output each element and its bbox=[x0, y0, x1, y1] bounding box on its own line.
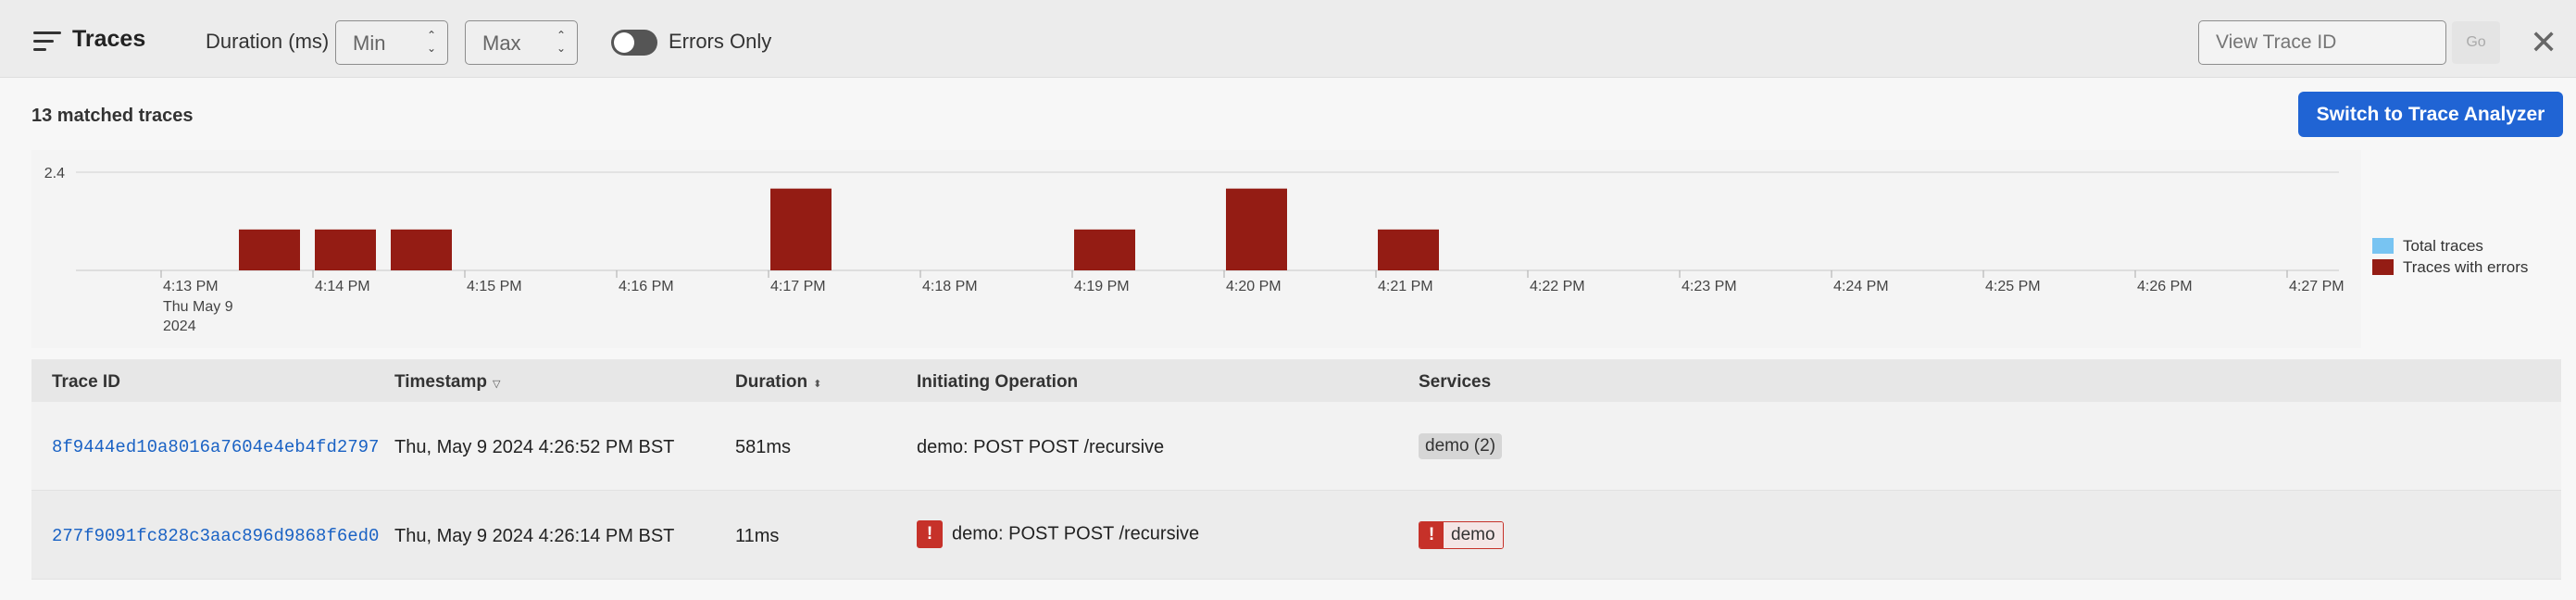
x-tick-label: 4:21 PM bbox=[1378, 279, 1433, 294]
operation-cell: demo: POST POST /recursive bbox=[917, 437, 1165, 457]
legend-item-total: Total traces bbox=[2372, 235, 2528, 256]
service-badge-error[interactable]: ! demo bbox=[1419, 521, 1504, 549]
operation-text: demo: POST POST /recursive bbox=[952, 523, 1200, 544]
go-button[interactable]: Go bbox=[2452, 21, 2500, 64]
x-tick-label: 4:22 PM bbox=[1530, 279, 1585, 294]
x-tick-label: 4:16 PM bbox=[619, 279, 674, 294]
duration-min-input[interactable]: Min ⌃ ⌄ bbox=[335, 20, 448, 65]
timestamp-cell: Thu, May 9 2024 4:26:52 PM BST bbox=[394, 437, 675, 457]
stepper-icon[interactable]: ⌃ ⌄ bbox=[427, 29, 436, 55]
page-title: Traces bbox=[72, 26, 146, 52]
x-tick-label: 4:25 PM bbox=[1985, 279, 2041, 294]
table-row[interactable]: 8f9444ed10a8016a7604e4eb4fd2797 Thu, May… bbox=[31, 402, 2561, 491]
bar-errors bbox=[770, 188, 832, 270]
sort-desc-icon[interactable]: ▽ bbox=[493, 379, 500, 390]
legend-swatch-total bbox=[2372, 238, 2394, 254]
error-icon: ! bbox=[1419, 522, 1444, 548]
service-badge[interactable]: demo (2) bbox=[1419, 433, 1503, 459]
close-icon[interactable]: ✕ bbox=[2530, 26, 2557, 59]
x-tick-label: 4:20 PM bbox=[1226, 279, 1282, 294]
bar-errors bbox=[239, 229, 300, 270]
duration-cell: 581ms bbox=[735, 437, 792, 457]
services-cell: ! demo bbox=[1419, 521, 1504, 549]
bar-errors bbox=[1226, 188, 1287, 270]
col-initiating-operation[interactable]: Initiating Operation bbox=[917, 372, 1078, 393]
error-icon: ! bbox=[917, 520, 943, 548]
col-trace-id[interactable]: Trace ID bbox=[52, 372, 120, 393]
col-duration[interactable]: Duration ⬍ bbox=[735, 372, 821, 393]
chart-legend: Total traces Traces with errors bbox=[2372, 235, 2528, 278]
min-value: Min bbox=[353, 31, 386, 55]
table-header: Trace ID Timestamp ▽ Duration ⬍ Initiating… bbox=[31, 359, 2561, 402]
duration-max-input[interactable]: Max ⌃ ⌄ bbox=[465, 20, 578, 65]
traces-table: Trace ID Timestamp ▽ Duration ⬍ Initiating… bbox=[31, 359, 2561, 580]
errors-only-toggle[interactable] bbox=[611, 30, 657, 56]
trace-id-link[interactable]: 8f9444ed10a8016a7604e4eb4fd2797 bbox=[52, 437, 381, 457]
services-cell: demo (2) bbox=[1419, 433, 1503, 459]
col-services[interactable]: Services bbox=[1419, 372, 1491, 393]
trace-id-input[interactable] bbox=[2198, 20, 2446, 65]
x-tick-label: 4:24 PM bbox=[1833, 279, 1889, 294]
col-timestamp[interactable]: Timestamp ▽ bbox=[394, 372, 500, 393]
trace-id-link[interactable]: 277f9091fc828c3aac896d9868f6ed0 bbox=[52, 526, 381, 546]
bar-errors bbox=[315, 229, 376, 270]
sort-icon[interactable]: ⬍ bbox=[813, 379, 821, 390]
legend-label-total: Total traces bbox=[2403, 236, 2483, 255]
legend-item-errors: Traces with errors bbox=[2372, 256, 2528, 278]
table-row[interactable]: 277f9091fc828c3aac896d9868f6ed0 Thu, May… bbox=[31, 491, 2561, 580]
x-tick-label: 4:14 PM bbox=[315, 279, 370, 294]
traces-histogram: 2.4 4:13 PM Thu May 9 2024 4:14 PM 4:15 PM 4:1… bbox=[44, 166, 2345, 334]
duration-label: Duration (ms) bbox=[206, 30, 330, 53]
x-tick-date-label: 2024 bbox=[163, 319, 196, 334]
timestamp-cell: Thu, May 9 2024 4:26:14 PM BST bbox=[394, 526, 675, 546]
y-tick-label: 2.4 bbox=[44, 166, 65, 181]
bar-errors bbox=[1378, 229, 1439, 270]
x-tick-label: 4:26 PM bbox=[2137, 279, 2193, 294]
bar-errors bbox=[391, 229, 452, 270]
x-tick-date-label: Thu May 9 bbox=[163, 299, 233, 315]
x-tick-label: 4:13 PM bbox=[163, 279, 219, 294]
x-tick-label: 4:15 PM bbox=[467, 279, 522, 294]
max-value: Max bbox=[482, 31, 521, 55]
legend-label-errors: Traces with errors bbox=[2403, 257, 2529, 276]
operation-cell: ! demo: POST POST /recursive bbox=[917, 520, 1199, 548]
duration-cell: 11ms bbox=[735, 526, 780, 546]
toolbar: Traces Duration (ms) Min ⌃ ⌄ Max ⌃ ⌄ Error… bbox=[0, 0, 2576, 78]
x-tick-label: 4:23 PM bbox=[1682, 279, 1737, 294]
service-name: demo bbox=[1444, 522, 1503, 548]
legend-swatch-errors bbox=[2372, 259, 2394, 275]
errors-only-label: Errors Only bbox=[669, 30, 772, 53]
stepper-icon[interactable]: ⌃ ⌄ bbox=[556, 29, 566, 55]
matched-count: 13 matched traces bbox=[31, 106, 194, 126]
switch-to-trace-analyzer-button[interactable]: Switch to Trace Analyzer bbox=[2298, 92, 2563, 137]
x-tick-label: 4:19 PM bbox=[1074, 279, 1130, 294]
x-tick-label: 4:27 PM bbox=[2289, 279, 2345, 294]
hamburger-icon[interactable] bbox=[33, 31, 61, 52]
x-tick-label: 4:17 PM bbox=[770, 279, 826, 294]
x-tick-label: 4:18 PM bbox=[922, 279, 978, 294]
toggle-knob bbox=[614, 32, 634, 53]
bar-errors bbox=[1074, 229, 1135, 270]
